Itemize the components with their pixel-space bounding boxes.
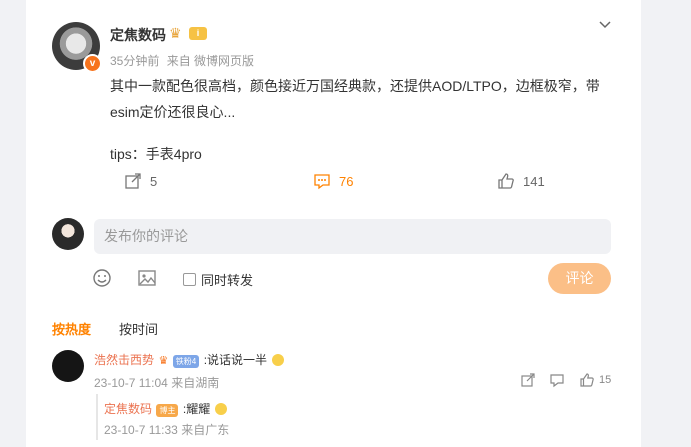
comment-button[interactable]: 76 (313, 172, 353, 190)
reply-text: :耀耀 (182, 402, 211, 416)
comment-like-count: 15 (599, 374, 612, 386)
comment-meta: 23-10-7 11:04 来自湖南 (94, 374, 219, 391)
my-avatar (52, 218, 84, 250)
verified-badge-icon: v (83, 54, 102, 73)
post-text-line: esim定价还很良心... (110, 104, 236, 120)
post-text-line: tips：手表4pro (110, 146, 202, 162)
tab-sort-time[interactable]: 按时间 (119, 319, 158, 338)
reply-thread-line (96, 394, 98, 440)
comment-icon (314, 174, 330, 190)
thumbs-up-icon (498, 173, 514, 189)
reply-time: 23-10-7 11:33 (104, 423, 178, 437)
weibo-post-card: v 定焦数码 ♛ i 35分钟前 来自 微博网页版 其中一款配色很高档，颜色接近… (26, 0, 641, 447)
like-count: 141 (523, 173, 545, 189)
comment-text: :说话说一半 (203, 353, 268, 367)
comment-repost-icon[interactable] (520, 372, 536, 388)
emoji-sticker-icon (271, 354, 284, 366)
repost-toggle[interactable]: 同时转发 (183, 270, 253, 289)
commenter-avatar[interactable] (52, 350, 84, 382)
fan-crown-icon: ♛ (158, 355, 169, 367)
post-time[interactable]: 35分钟前 (110, 54, 159, 68)
author-name[interactable]: 定焦数码 (110, 25, 166, 45)
reply-meta: 23-10-7 11:33 来自广东 (104, 421, 229, 438)
tab-sort-hot[interactable]: 按热度 (52, 319, 91, 338)
like-button[interactable]: 141 (497, 172, 545, 190)
comment-header: 浩然击西势 ♛ 铁粉4 :说话说一半 (94, 351, 284, 369)
image-icon[interactable] (137, 268, 157, 288)
comment-location: 来自湖南 (171, 376, 220, 390)
emoji-icon[interactable] (92, 268, 112, 288)
post-source: 来自 微博网页版 (166, 54, 255, 68)
reply-author-name[interactable]: 定焦数码 (104, 402, 152, 416)
repost-count: 5 (150, 173, 158, 189)
repost-icon (125, 173, 141, 189)
post-meta: 35分钟前 来自 微博网页版 (110, 52, 258, 69)
commenter-name[interactable]: 浩然击西势 (94, 353, 154, 367)
author-badge: 博主 (156, 404, 179, 417)
repost-button[interactable]: 5 (124, 172, 157, 190)
thumbs-up-icon (580, 373, 594, 387)
fan-badge: 铁粉4 (172, 355, 200, 368)
repost-checkbox[interactable] (183, 273, 196, 286)
comment-like-button[interactable]: 15 (579, 372, 611, 388)
comment-reply-icon[interactable] (549, 372, 565, 388)
reply-location: 来自广东 (181, 423, 230, 437)
submit-comment-button[interactable]: 评论 (548, 263, 611, 294)
chevron-down-icon[interactable] (598, 18, 612, 32)
post-text-line: 其中一款配色很高档，颜色接近万国经典款，还提供AOD/LTPO，边框极窄，带 (110, 78, 600, 94)
comment-count: 76 (339, 173, 354, 189)
comment-input[interactable]: 发布你的评论 (94, 219, 611, 254)
repost-toggle-label: 同时转发 (201, 273, 254, 288)
comment-time: 23-10-7 11:04 (94, 376, 168, 390)
level-badge: i (189, 27, 207, 40)
reply-header: 定焦数码 博主 :耀耀 (104, 400, 227, 418)
emoji-sticker-icon (214, 403, 227, 415)
crown-icon: ♛ (169, 25, 182, 41)
